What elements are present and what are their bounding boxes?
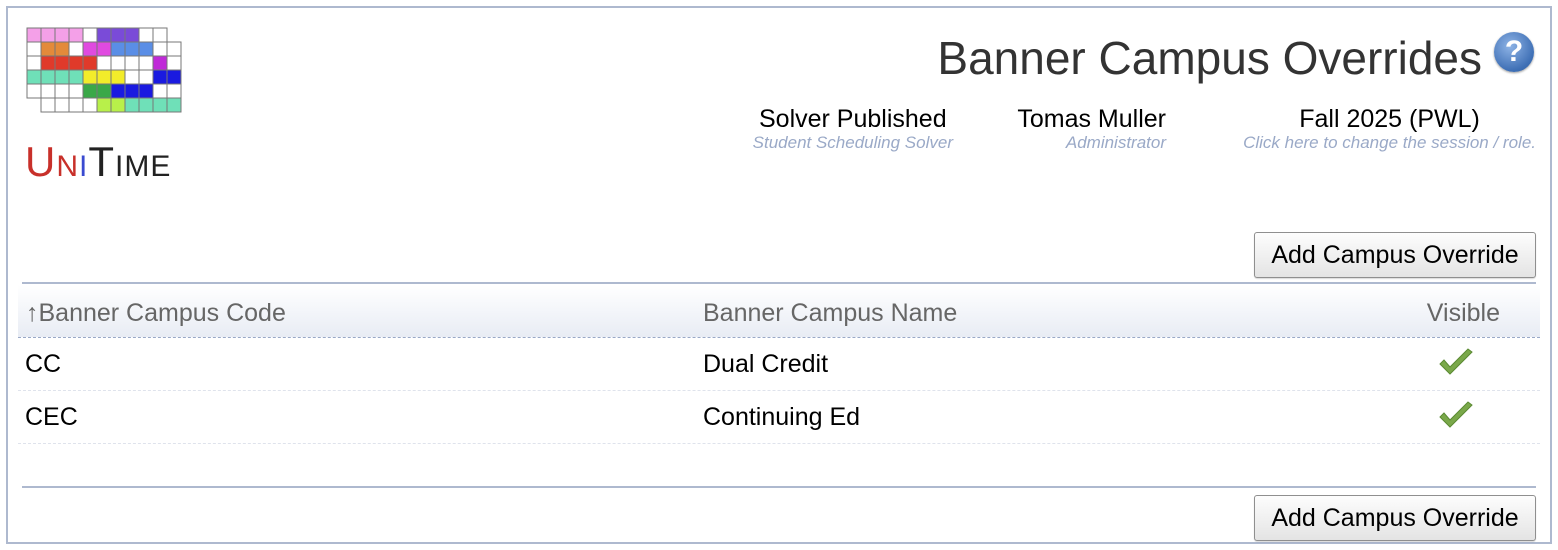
solver-status-label: Student Scheduling Solver xyxy=(752,133,953,152)
user-info[interactable]: Tomas Muller Administrator xyxy=(1017,104,1166,152)
column-header-campus-name[interactable]: Banner Campus Name xyxy=(703,299,957,328)
column-header-visible[interactable]: Visible xyxy=(1427,299,1500,328)
cell-campus-name: Dual Credit xyxy=(703,350,829,378)
table-row[interactable]: CC Dual Credit xyxy=(18,338,1540,391)
cell-campus-code: CEC xyxy=(25,403,78,431)
divider-bottom xyxy=(22,486,1536,488)
page-frame: UNITIME Banner Campus Overrides ? Solver… xyxy=(6,6,1552,544)
session-change-hint: Click here to change the session / role. xyxy=(1243,133,1536,152)
user-name: Tomas Muller xyxy=(1017,105,1166,133)
table-row[interactable]: CEC Continuing Ed xyxy=(18,391,1540,444)
solver-status[interactable]: Solver Published Student Scheduling Solv… xyxy=(753,104,953,152)
page-title: Banner Campus Overrides xyxy=(937,32,1482,84)
session-selector[interactable]: Fall 2025 (PWL) Click here to change the… xyxy=(1243,104,1536,152)
timetable-grid-icon xyxy=(26,27,182,113)
session-name: Fall 2025 (PWL) xyxy=(1299,105,1480,133)
check-icon xyxy=(1438,401,1474,438)
unitime-logo[interactable]: UNITIME xyxy=(25,26,185,188)
help-icon[interactable]: ? xyxy=(1494,32,1534,72)
column-header-campus-code[interactable]: ↑Banner Campus Code xyxy=(26,299,286,328)
unitime-wordmark: UNITIME xyxy=(25,138,172,185)
divider-top xyxy=(22,282,1536,284)
table-header: ↑Banner Campus Code Banner Campus Name V… xyxy=(18,285,1540,338)
add-campus-override-button-top[interactable]: Add Campus Override xyxy=(1254,232,1536,278)
check-icon xyxy=(1438,348,1474,385)
cell-campus-code: CC xyxy=(25,350,62,378)
cell-campus-name: Continuing Ed xyxy=(703,403,861,431)
add-campus-override-button-bottom[interactable]: Add Campus Override xyxy=(1254,495,1536,541)
user-role: Administrator xyxy=(1065,133,1166,152)
solver-status-value: Solver Published xyxy=(759,105,947,133)
